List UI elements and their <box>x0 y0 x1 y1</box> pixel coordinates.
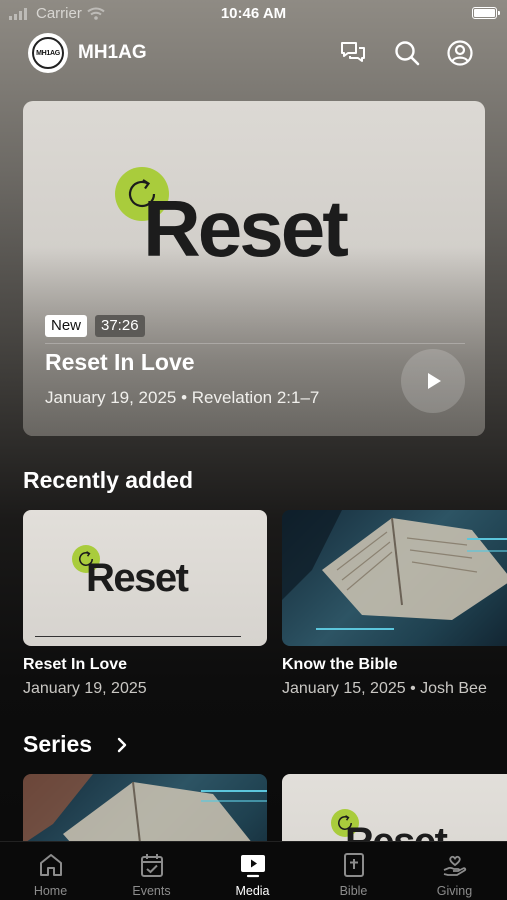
series-item-reset[interactable]: Reset <box>282 774 507 841</box>
play-button[interactable] <box>401 349 465 413</box>
church-logo[interactable]: MH1AG <box>28 33 68 73</box>
recently-added-heading: Recently added <box>23 467 193 493</box>
new-badge: New <box>45 315 88 337</box>
profile-icon[interactable] <box>446 39 474 67</box>
recent-thumbnail: Reset <box>23 510 267 646</box>
hero-title: Reset In Love <box>45 349 195 375</box>
tab-label: Giving <box>436 884 473 898</box>
chevron-right-icon[interactable] <box>115 737 129 753</box>
featured-sermon-card[interactable]: Reset New 37:26 Reset In Love January 19… <box>23 101 485 436</box>
tab-label: Home <box>33 884 68 898</box>
thumb-artwork-text: Reset <box>86 556 189 600</box>
recent-item-reset[interactable]: Reset Reset In Love January 19, 2025 <box>23 510 267 700</box>
thumb-artwork-text: Reset <box>345 822 448 841</box>
tab-label: Events <box>132 884 171 898</box>
battery-icon <box>472 7 500 19</box>
bible-photo <box>23 774 267 841</box>
recent-item-subtitle: January 19, 2025 <box>23 680 147 697</box>
tab-events[interactable]: Events <box>101 842 202 900</box>
hero-subtitle: January 19, 2025 • Revelation 2:1–7 <box>45 388 320 407</box>
calendar-check-icon <box>141 854 163 877</box>
recent-item-subtitle: January 15, 2025 • Josh Bee <box>282 680 487 697</box>
app-title: MH1AG <box>78 42 147 63</box>
thumb-rule <box>35 636 241 637</box>
search-icon[interactable] <box>393 39 421 67</box>
bible-icon <box>344 853 364 877</box>
play-icon <box>428 373 441 389</box>
duration-badge: 37:26 <box>95 315 145 337</box>
tab-media[interactable]: Media <box>202 842 303 900</box>
series-item-bible[interactable] <box>23 774 267 841</box>
heart-hand-icon <box>443 855 467 876</box>
tab-label: Bible <box>339 884 368 898</box>
tab-bar: Home Events Media Bible Giving <box>0 841 507 900</box>
tab-home[interactable]: Home <box>0 842 101 900</box>
tab-giving[interactable]: Giving <box>404 842 505 900</box>
chat-icon[interactable] <box>339 39 367 67</box>
series-heading[interactable]: Series <box>23 731 92 758</box>
recent-thumbnail <box>282 510 507 646</box>
home-icon <box>40 854 62 876</box>
status-time: 10:46 AM <box>220 5 287 22</box>
app-header: MH1AG MH1AG <box>0 30 507 76</box>
recent-item-bible[interactable]: Know the Bible January 15, 2025 • Josh B… <box>282 510 507 700</box>
hero-divider <box>45 343 465 344</box>
tv-play-icon <box>241 855 265 878</box>
tab-bible[interactable]: Bible <box>303 842 404 900</box>
logo-mark: MH1AG <box>32 37 64 69</box>
series-thumbnail: Reset <box>282 774 507 841</box>
tab-label: Media <box>235 884 270 898</box>
status-bar: Carrier 10:46 AM <box>0 0 507 28</box>
bible-photo <box>282 510 507 630</box>
recent-item-title: Reset In Love <box>23 656 128 673</box>
recent-item-title: Know the Bible <box>282 656 398 673</box>
series-thumbnail <box>23 774 267 841</box>
